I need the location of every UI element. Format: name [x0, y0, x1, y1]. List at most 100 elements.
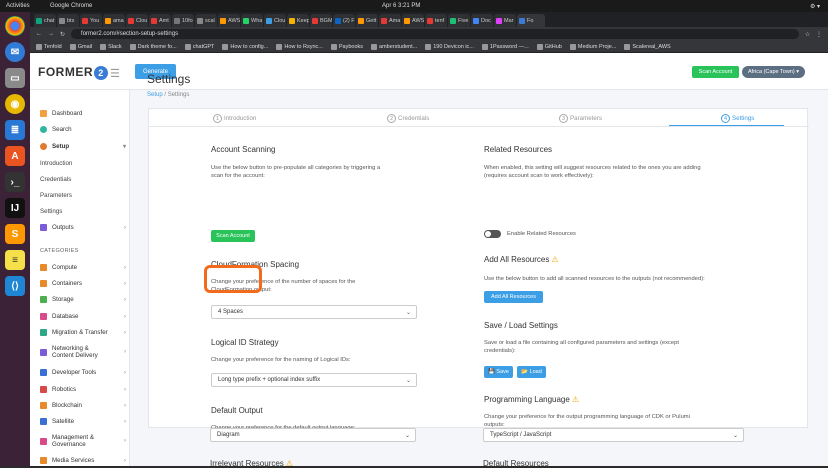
bookmark-star-icon[interactable]: ☆: [805, 31, 810, 38]
sidebar-item-credentials[interactable]: Credentials: [40, 176, 71, 183]
tab-label: Clou: [136, 17, 148, 24]
browser-tab[interactable]: AWS: [402, 14, 424, 27]
activities-button[interactable]: Activities: [6, 3, 30, 9]
bookmark-item[interactable]: How to Rsync...: [276, 43, 323, 50]
browser-tab[interactable]: Clou: [126, 14, 148, 27]
browser-tab[interactable]: Amt: [149, 14, 171, 27]
reload-icon[interactable]: ↻: [60, 31, 65, 38]
browser-tab[interactable]: Fo: [517, 14, 545, 27]
url-input[interactable]: former2.com/#section-setup-settings: [71, 29, 799, 39]
tab-favicon-icon: [312, 17, 318, 24]
bookmark-item[interactable]: Medium Proje...: [569, 43, 616, 50]
browser-tab[interactable]: (2) F: [333, 14, 355, 27]
sublime-icon[interactable]: S: [5, 224, 25, 244]
software-icon[interactable]: A: [5, 146, 25, 166]
header-scan-account-button[interactable]: Scan Account: [692, 66, 739, 78]
browser-tab[interactable]: Keep: [287, 14, 309, 27]
sidebar-item-developer-tools[interactable]: Developer Tools ›: [40, 369, 126, 376]
sidebar-item-management[interactable]: Management & Governance ›: [40, 434, 126, 448]
browser-tab[interactable]: Five: [448, 14, 470, 27]
browser-tab[interactable]: 10fo: [172, 14, 194, 27]
browser-tab[interactable]: chat: [34, 14, 56, 27]
browser-tab[interactable]: Clou: [264, 14, 286, 27]
browser-tab[interactable]: Ama: [379, 14, 401, 27]
load-button[interactable]: 📂 Load: [517, 366, 546, 378]
logical-id-select[interactable]: Long type prefix + optional index suffix…: [211, 373, 417, 387]
sidebar-item-storage[interactable]: Storage ›: [40, 296, 126, 303]
default-output-select[interactable]: Diagram ⌄: [210, 428, 416, 442]
rhythmbox-icon[interactable]: ◉: [5, 94, 25, 114]
thunderbird-icon[interactable]: ✉: [5, 42, 25, 62]
programming-language-select[interactable]: TypeScript / JavaScript ⌄: [483, 428, 744, 442]
sidebar-item-networking[interactable]: Networking & Content Delivery ›: [40, 345, 126, 359]
sidebar-item-media-services[interactable]: Media Services ›: [40, 457, 126, 464]
bookmark-item[interactable]: Scalereal_AWS: [624, 43, 671, 50]
bookmark-item[interactable]: Paybooks: [330, 43, 363, 50]
sidebar-item-migration-transfer[interactable]: Migration & Transfer ›: [40, 329, 126, 336]
app-name-label[interactable]: Google Chrome: [50, 3, 92, 9]
vscode-icon[interactable]: ⟨⟩: [5, 276, 25, 296]
chrome-icon[interactable]: [5, 16, 25, 36]
back-icon[interactable]: ←: [36, 31, 42, 37]
save-button[interactable]: 💾 Save: [484, 366, 513, 378]
bookmark-icon: [425, 43, 432, 50]
step-settings[interactable]: 4 Settings: [721, 114, 754, 123]
cfn-spacing-select[interactable]: 4 Spaces ⌄: [211, 305, 417, 319]
notes-icon[interactable]: ≡: [5, 250, 25, 270]
breadcrumb-setup-link[interactable]: Setup: [147, 92, 163, 98]
former2-logo[interactable]: FORMER 2: [38, 65, 108, 80]
add-all-resources-button[interactable]: Add All Resources: [484, 291, 543, 303]
sidebar-item-search[interactable]: Search: [40, 126, 126, 133]
bookmark-item[interactable]: 1Password —...: [481, 43, 529, 50]
menu-icon[interactable]: ⋮: [816, 31, 822, 38]
sidebar-item-dashboard[interactable]: Dashboard: [40, 110, 126, 117]
bookmark-item[interactable]: chatGPT: [184, 43, 214, 50]
files-icon[interactable]: ▭: [5, 68, 25, 88]
bookmark-item[interactable]: Dark theme fo...: [129, 43, 177, 50]
scan-account-button[interactable]: Scan Account: [211, 230, 255, 242]
browser-tab[interactable]: Doc: [471, 14, 493, 27]
bookmark-item[interactable]: How to config...: [222, 43, 268, 50]
bookmark-icon: [276, 43, 283, 50]
browser-tab[interactable]: Mar: [494, 14, 516, 27]
browser-tab[interactable]: AWS: [218, 14, 240, 27]
browser-tab[interactable]: scal: [195, 14, 217, 27]
bookmark-item[interactable]: 190 Devicon ic...: [425, 43, 474, 50]
bookmark-label: Dark theme fo...: [137, 43, 177, 50]
bookmark-item[interactable]: GitHub: [536, 43, 562, 50]
sidebar-item-compute[interactable]: Compute ›: [40, 264, 126, 271]
sidebar-item-database[interactable]: Database ›: [40, 313, 126, 320]
browser-tab[interactable]: tenf: [425, 14, 447, 27]
sidebar-item-introduction[interactable]: Introduction: [40, 160, 72, 167]
region-selector[interactable]: Africa (Cape Town) ▾: [742, 66, 805, 78]
bookmark-item[interactable]: Tenfold: [36, 43, 62, 50]
step-credentials[interactable]: 2 Credentials: [387, 114, 429, 123]
sidebar-item-robotics[interactable]: Robotics ›: [40, 386, 126, 393]
hamburger-menu-icon[interactable]: ☰: [110, 67, 120, 80]
browser-tab[interactable]: Gett: [356, 14, 378, 27]
sidebar-item-setup[interactable]: Setup ▾: [40, 143, 126, 150]
step-parameters[interactable]: 3 Parameters: [559, 114, 602, 123]
writer-icon[interactable]: ≣: [5, 120, 25, 140]
sidebar-item-outputs[interactable]: Outputs ›: [40, 224, 126, 231]
browser-tab[interactable]: ama: [103, 14, 125, 27]
bookmark-item[interactable]: amberstudent...: [371, 43, 417, 50]
browser-tab[interactable]: You: [80, 14, 102, 27]
sidebar-item-satellite[interactable]: Satellite ›: [40, 418, 126, 425]
sidebar-item-settings[interactable]: Settings: [40, 208, 62, 215]
forward-icon[interactable]: →: [48, 31, 54, 37]
step-introduction[interactable]: 1 Introduction: [213, 114, 256, 123]
intellij-icon[interactable]: IJ: [5, 198, 25, 218]
sidebar-item-containers[interactable]: Containers ›: [40, 280, 126, 287]
system-tray[interactable]: ⚙ ▾: [810, 3, 820, 10]
browser-tab[interactable]: bts: [57, 14, 79, 27]
bookmark-item[interactable]: Slack: [100, 43, 122, 50]
browser-tab[interactable]: Wha: [241, 14, 263, 27]
terminal-icon[interactable]: ›_: [5, 172, 25, 192]
clock[interactable]: Apr 6 3:21 PM: [382, 3, 420, 9]
sidebar-item-parameters[interactable]: Parameters: [40, 192, 72, 199]
bookmark-item[interactable]: Gmail: [69, 43, 92, 50]
browser-tab[interactable]: BGM: [310, 14, 332, 27]
sidebar-item-blockchain[interactable]: Blockchain ›: [40, 402, 126, 409]
related-resources-toggle[interactable]: [484, 230, 501, 238]
